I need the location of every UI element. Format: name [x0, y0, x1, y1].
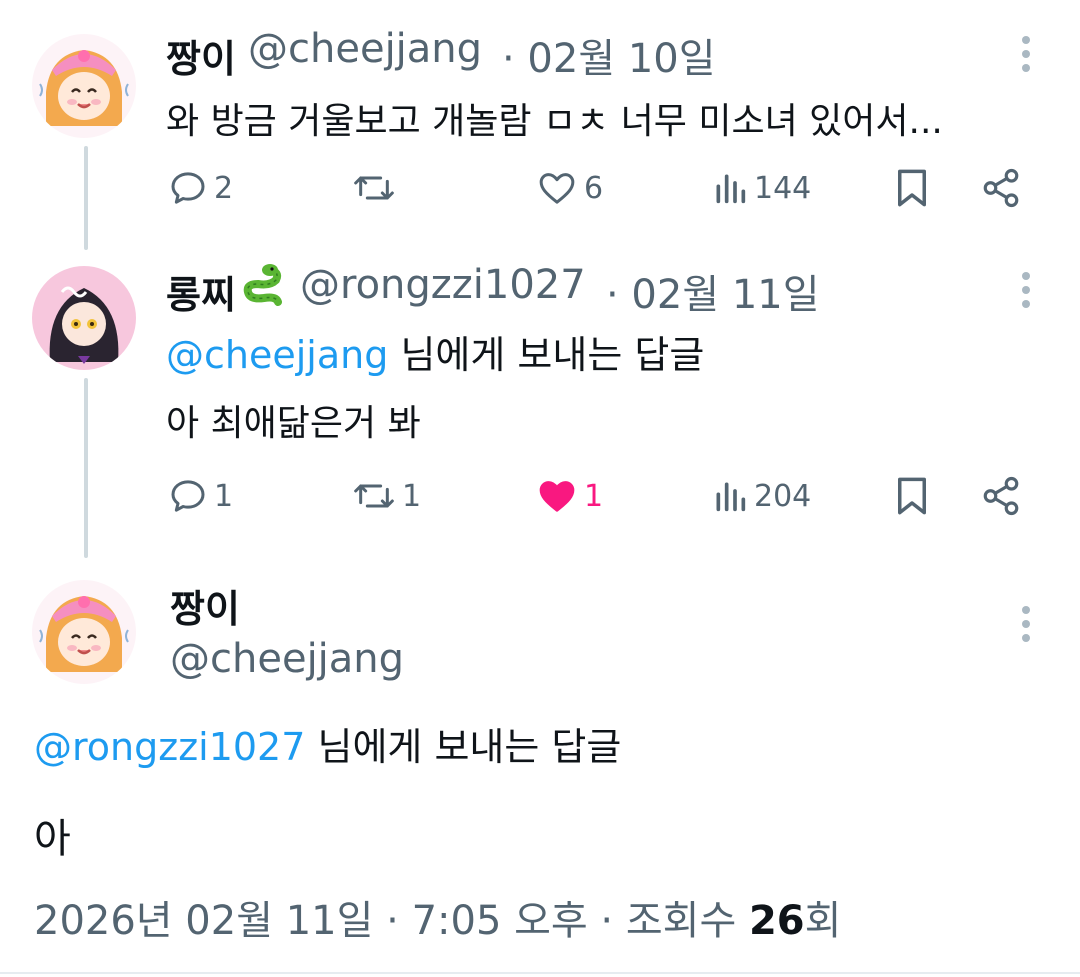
views-button[interactable]: 204 — [712, 474, 811, 518]
tweet-text: 와 방금 거울보고 개놀람 ㅁㅊ 너무 미소녀 있어서... — [166, 101, 943, 142]
author-name[interactable]: 짱이 — [170, 578, 240, 633]
reply-count: 1 — [214, 478, 234, 514]
mention-link[interactable]: @cheejjang — [166, 333, 388, 377]
reply-count: 2 — [214, 170, 234, 206]
divider — [0, 972, 1080, 974]
author-name[interactable]: 짱이 — [166, 28, 236, 83]
view-unit: 회 — [804, 898, 842, 944]
tweet-date[interactable]: · 02월 11일 — [606, 262, 820, 320]
reply-context: @rongzzi1027 님에게 보내는 답글 — [34, 716, 621, 771]
author-name[interactable]: 롱찌 — [166, 264, 236, 319]
retweet-button[interactable] — [352, 166, 402, 210]
view-count: 204 — [754, 478, 812, 514]
more-icon[interactable] — [1022, 36, 1032, 78]
share-icon — [980, 475, 1022, 517]
tweet-metadata: 2026년 02월 11일 · 7:05 오후 · 조회수 26회 — [34, 888, 841, 946]
bookmark-icon — [894, 167, 930, 209]
tweet-date[interactable]: · 02월 10일 — [502, 26, 716, 84]
reply-context-suffix: 님에게 보내는 답글 — [400, 333, 705, 377]
views-icon — [712, 168, 748, 208]
reply-button[interactable]: 1 — [168, 474, 233, 518]
mention-link[interactable]: @rongzzi1027 — [34, 725, 305, 769]
retweet-button[interactable]: 1 — [352, 474, 421, 518]
share-button[interactable] — [980, 474, 1022, 518]
reply-icon — [168, 476, 208, 516]
view-count: 144 — [754, 170, 812, 206]
bookmark-button[interactable] — [894, 166, 930, 210]
author-handle[interactable]: @cheejjang — [170, 636, 404, 682]
more-icon[interactable] — [1022, 606, 1032, 648]
like-icon-filled — [536, 476, 578, 516]
author-handle[interactable]: @cheejjang — [248, 26, 482, 72]
tweet-text: 아 최애닮은거 봐 — [166, 403, 421, 444]
view-total: 26 — [748, 898, 805, 944]
more-icon[interactable] — [1022, 272, 1032, 314]
avatar[interactable] — [32, 580, 136, 684]
bookmark-button[interactable] — [894, 474, 930, 518]
retweet-icon — [352, 168, 396, 208]
like-icon — [536, 168, 578, 208]
avatar[interactable] — [32, 34, 136, 138]
reply-context: @cheejjang 님에게 보내는 답글 — [166, 324, 704, 379]
avatar[interactable] — [32, 266, 136, 370]
reply-button[interactable]: 2 — [168, 166, 233, 210]
reply-icon — [168, 168, 208, 208]
timestamp[interactable]: 2026년 02월 11일 · 7:05 오후 · 조회수 — [34, 898, 749, 944]
like-button[interactable]: 1 — [536, 474, 603, 518]
like-count: 1 — [584, 478, 604, 514]
tweet-text: 아 — [34, 816, 71, 862]
share-button[interactable] — [980, 166, 1022, 210]
bookmark-icon — [894, 475, 930, 517]
retweet-icon — [352, 476, 396, 516]
snake-emoji — [240, 262, 284, 312]
like-button[interactable]: 6 — [536, 166, 603, 210]
author-handle[interactable]: @rongzzi1027 — [300, 262, 586, 308]
retweet-count: 1 — [402, 478, 422, 514]
like-count: 6 — [584, 170, 604, 206]
views-icon — [712, 476, 748, 516]
share-icon — [980, 167, 1022, 209]
thread-line — [84, 146, 88, 250]
thread-line — [84, 378, 88, 558]
views-button[interactable]: 144 — [712, 166, 811, 210]
reply-context-suffix: 님에게 보내는 답글 — [317, 725, 622, 769]
